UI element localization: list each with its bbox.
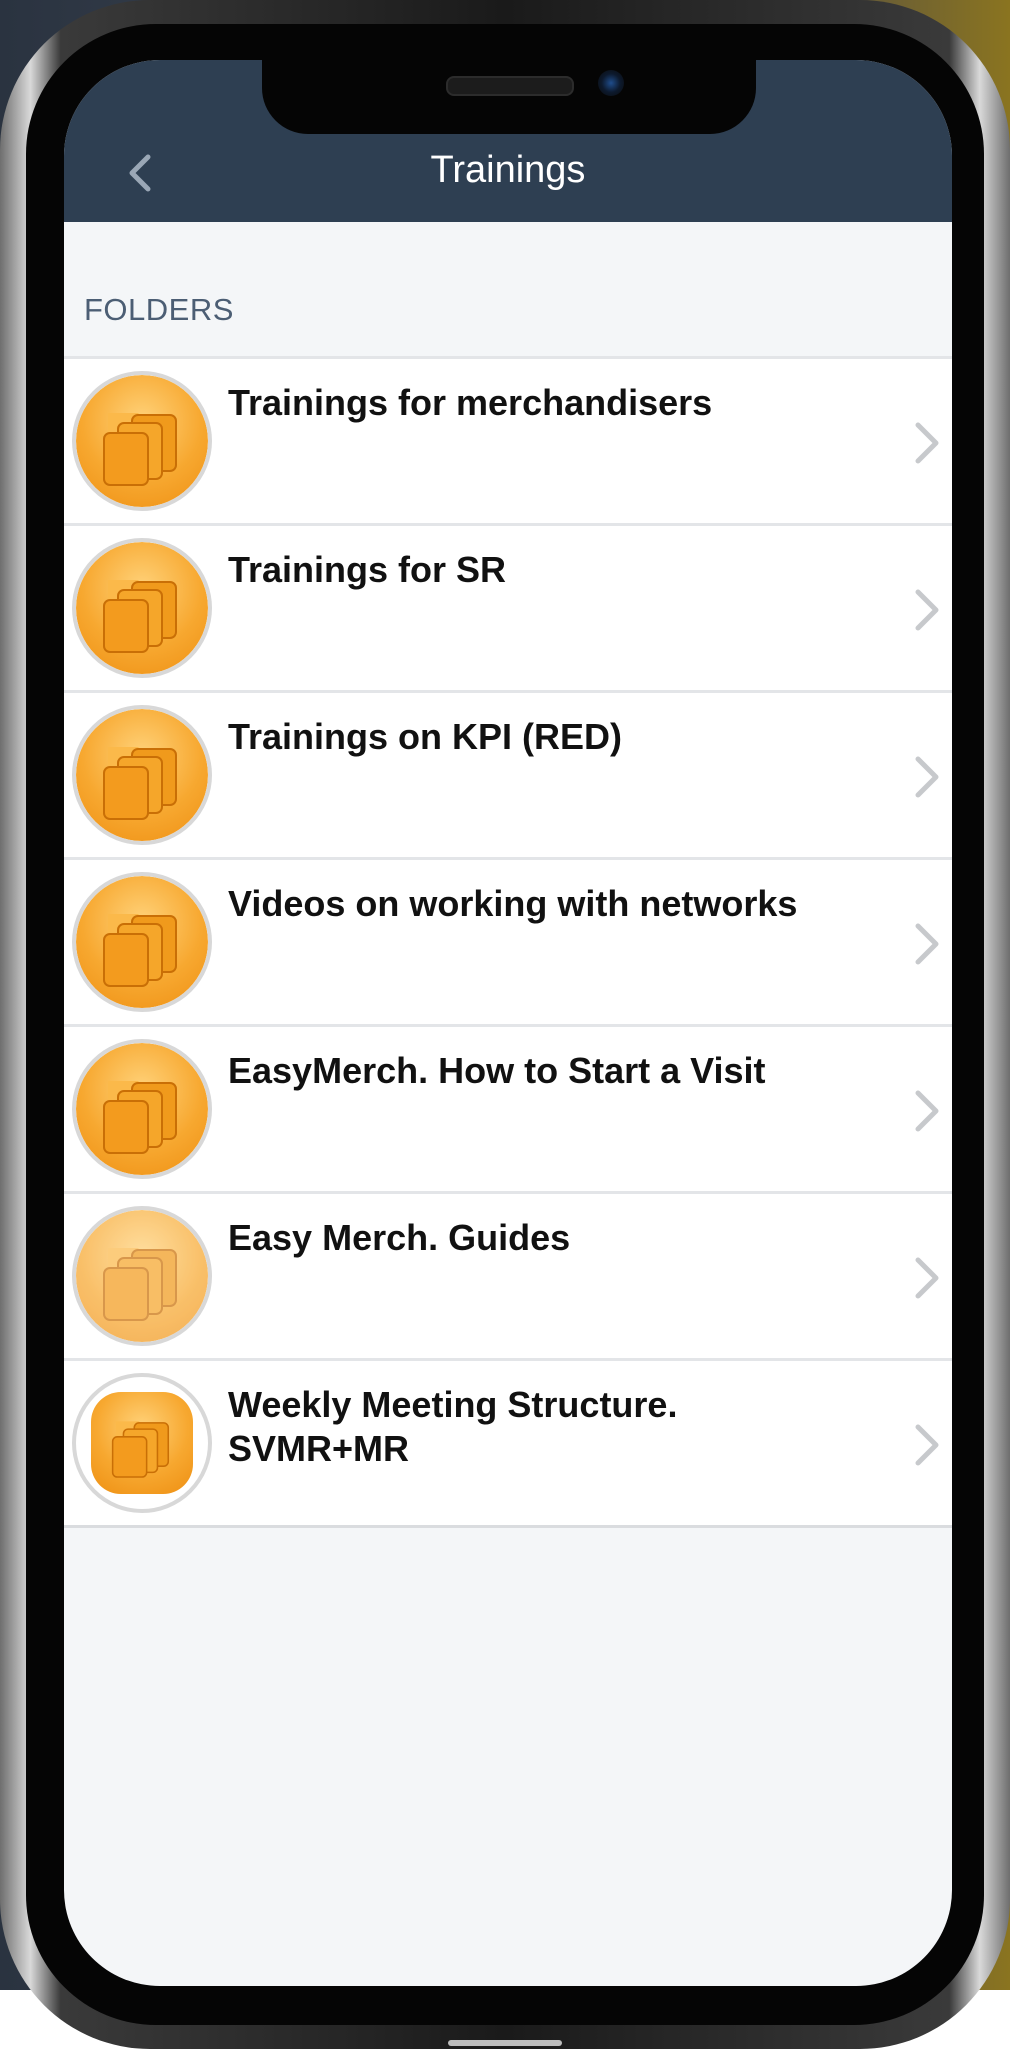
phone-notch (262, 60, 756, 134)
list-item-label: Easy Merch. Guides (228, 1217, 571, 1258)
chevron-right-icon (915, 1424, 939, 1466)
folder-avatar (72, 371, 212, 511)
list-item-label: Videos on working with networks (228, 883, 798, 924)
speaker-grille (446, 76, 574, 96)
camera-lens (598, 70, 624, 96)
folder-icon (91, 1392, 193, 1494)
list-item[interactable]: Weekly Meeting Structure. SVMR+MR (64, 1361, 952, 1528)
folder-icon (76, 876, 208, 1008)
folder-icon (76, 709, 208, 841)
page-title: Trainings (430, 149, 586, 191)
chevron-right-icon (915, 422, 939, 464)
chevron-right-icon (915, 1257, 939, 1299)
folder-avatar (72, 1373, 212, 1513)
folder-icon (76, 542, 208, 674)
list-item[interactable]: Trainings on KPI (RED) (64, 693, 952, 860)
folder-avatar (72, 1206, 212, 1346)
folder-avatar (72, 872, 212, 1012)
list-item-label: Trainings for merchandisers (228, 382, 713, 423)
chevron-right-icon (915, 589, 939, 631)
list-item[interactable]: Trainings for merchandisers (64, 359, 952, 526)
chevron-right-icon (915, 756, 939, 798)
folder-avatar (72, 538, 212, 678)
folder-avatar (72, 705, 212, 845)
list-item-label: Trainings on KPI (RED) (228, 716, 623, 757)
folder-icon (76, 1210, 208, 1342)
home-indicator (448, 2040, 562, 2046)
folder-list: Trainings for merchandisers Trainings fo… (64, 356, 952, 1528)
chevron-right-icon (915, 1090, 939, 1132)
app-screen: Trainings FOLDERS Trainings for merchand… (64, 60, 952, 1986)
list-item[interactable]: Videos on working with networks (64, 860, 952, 1027)
section-header: FOLDERS (84, 292, 234, 327)
list-item[interactable]: Easy Merch. Guides (64, 1194, 952, 1361)
list-item-label: Trainings for SR (228, 549, 507, 590)
list-item[interactable]: Trainings for SR (64, 526, 952, 693)
list-item[interactable]: EasyMerch. How to Start a Visit (64, 1027, 952, 1194)
folder-icon (76, 1043, 208, 1175)
folder-icon (76, 375, 208, 507)
folder-avatar (72, 1039, 212, 1179)
list-item-label: Weekly Meeting Structure. SVMR+MR (228, 1384, 678, 1469)
list-item-label: EasyMerch. How to Start a Visit (228, 1050, 766, 1091)
chevron-right-icon (915, 923, 939, 965)
